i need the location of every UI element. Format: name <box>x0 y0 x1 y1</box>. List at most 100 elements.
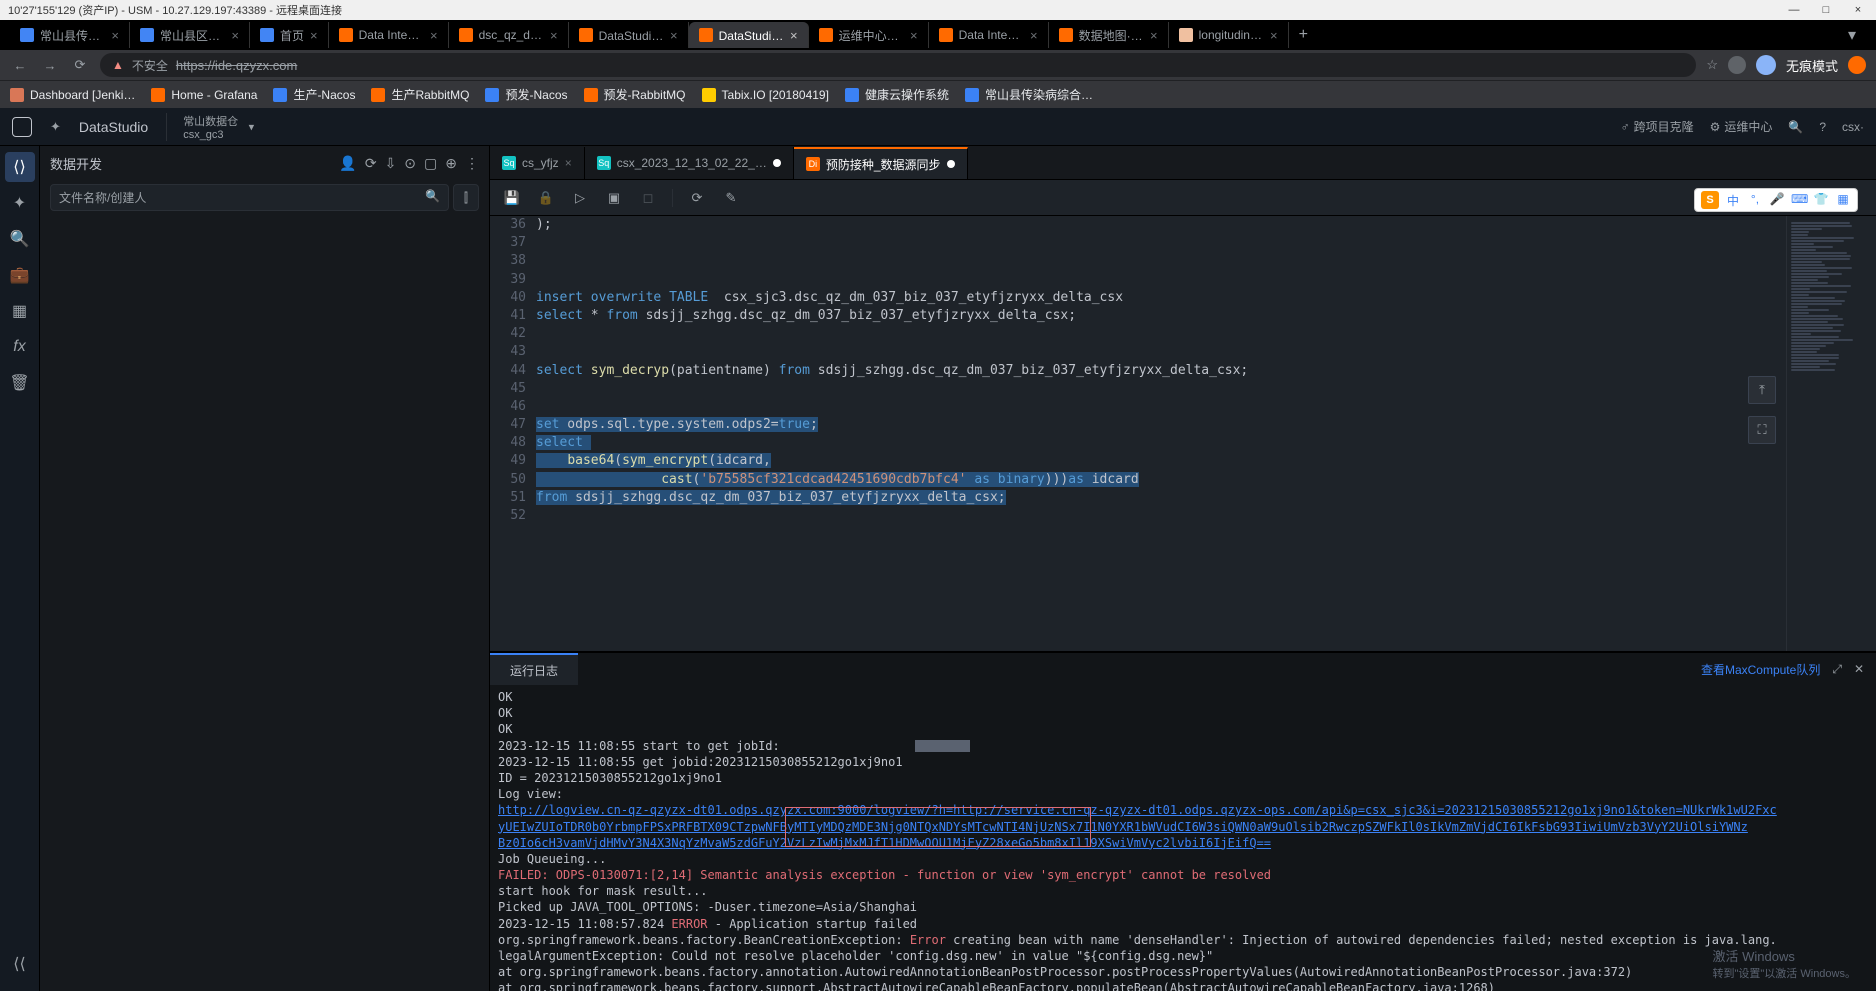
browser-tab[interactable]: longitudinal-re…× <box>1169 22 1289 48</box>
bookmark-star-icon[interactable]: ☆ <box>1706 57 1718 73</box>
new-tab-button[interactable]: + <box>1289 26 1318 44</box>
more-icon[interactable]: ⋮ <box>465 155 479 172</box>
code-line[interactable]: 50 cast('b75585cf321cdcad42451690cdb7bfc… <box>490 471 1786 489</box>
new-folder-icon[interactable]: ▢ <box>424 155 437 172</box>
close-icon[interactable]: × <box>1270 28 1278 43</box>
browser-tab[interactable]: DataStudio(数…× <box>569 22 689 48</box>
browser-tab[interactable]: 首页× <box>250 22 329 48</box>
file-tab[interactable]: Di预防接种_数据源同步 <box>794 147 968 179</box>
browser-tab[interactable]: DataStudio(数…× <box>689 22 809 48</box>
close-icon[interactable]: × <box>430 28 438 43</box>
minimap[interactable] <box>1786 216 1876 651</box>
close-icon[interactable]: × <box>790 28 798 43</box>
profile-avatar-icon[interactable] <box>1756 55 1776 75</box>
code-line[interactable]: 45 <box>490 380 1786 398</box>
ime-skin-icon[interactable]: 👕 <box>1813 192 1829 208</box>
log-content[interactable]: OKOKOK2023-12-15 11:08:55 start to get j… <box>490 685 1876 991</box>
bookmark-item[interactable]: 预发-RabbitMQ <box>584 86 686 103</box>
code-line[interactable]: 52 <box>490 507 1786 525</box>
bookmark-item[interactable]: Dashboard [Jenki… <box>10 88 135 102</box>
run-selection-icon[interactable]: ▣ <box>604 188 624 208</box>
code-line[interactable]: 43 <box>490 343 1786 361</box>
bookmark-item[interactable]: Tabix.IO [20180419] <box>702 88 829 102</box>
rail-table-icon[interactable]: ▦ <box>5 296 35 326</box>
help-icon[interactable]: ? <box>1819 120 1826 134</box>
scroll-top-button[interactable]: ⤒ <box>1748 376 1776 404</box>
browser-tab[interactable]: 常山县传染病综…× <box>10 22 130 48</box>
run-icon[interactable]: ▷ <box>570 188 590 208</box>
close-icon[interactable]: × <box>1150 28 1158 43</box>
close-icon[interactable]: × <box>670 28 678 43</box>
browser-tab[interactable]: Data Integrati…× <box>329 22 449 48</box>
lock-icon[interactable]: 🔒 <box>536 188 556 208</box>
code-line[interactable]: 49 base64(sym_encrypt(idcard, <box>490 452 1786 470</box>
plus-icon[interactable]: ⊕ <box>445 155 457 172</box>
code-line[interactable]: 46 <box>490 398 1786 416</box>
nav-back-icon[interactable]: ← <box>10 58 30 73</box>
code-line[interactable]: 42 <box>490 325 1786 343</box>
import-icon[interactable]: ⇩ <box>385 155 397 172</box>
code-line[interactable]: 39 <box>490 271 1786 289</box>
rail-dev-icon[interactable]: ⟨⟩ <box>5 152 35 182</box>
close-icon[interactable]: × <box>310 28 318 43</box>
ime-mic-icon[interactable]: 🎤 <box>1769 192 1785 208</box>
refresh-icon[interactable]: ⟳ <box>365 155 377 172</box>
project-selector[interactable]: 常山数据仓 csx_gc3 ▾ <box>166 113 254 141</box>
cross-project-clone-link[interactable]: ♂ 跨项目克隆 <box>1621 118 1694 135</box>
browser-tab[interactable]: dsc_qz_dm_037…× <box>449 22 569 48</box>
code-line[interactable]: 41select * from sdsjj_szhgg.dsc_qz_dm_03… <box>490 307 1786 325</box>
locate-icon[interactable]: ⊙ <box>404 155 416 172</box>
nav-forward-icon[interactable]: → <box>40 58 60 73</box>
bookmark-item[interactable]: Home - Grafana <box>151 88 257 102</box>
window-minimize[interactable]: — <box>1784 4 1804 16</box>
ime-punct-icon[interactable]: °, <box>1747 192 1763 208</box>
extension-icon[interactable] <box>1728 56 1746 74</box>
code-line[interactable]: 48select <box>490 434 1786 452</box>
close-icon[interactable]: × <box>550 28 558 43</box>
bookmark-item[interactable]: 生产-Nacos <box>273 86 355 103</box>
window-close[interactable]: × <box>1848 4 1868 16</box>
close-icon[interactable]: × <box>910 28 918 43</box>
search-icon[interactable]: 🔍 <box>1788 120 1803 134</box>
code-line[interactable]: 37 <box>490 234 1786 252</box>
app-logo-icon[interactable] <box>12 117 32 137</box>
code-line[interactable]: 47set odps.sql.type.system.odps2=true; <box>490 416 1786 434</box>
save-icon[interactable]: 💾 <box>502 188 522 208</box>
rail-plugin-icon[interactable]: ✦ <box>5 188 35 218</box>
stop-icon[interactable]: ◻ <box>638 188 658 208</box>
close-icon[interactable]: × <box>111 28 119 43</box>
format-icon[interactable]: ✎ <box>721 188 741 208</box>
browser-tab[interactable]: 数据地图·我的数…× <box>1049 22 1169 48</box>
bookmark-item[interactable]: 生产RabbitMQ <box>371 86 469 103</box>
browser-tab[interactable]: Data Integrati…× <box>929 22 1049 48</box>
log-tab-runlog[interactable]: 运行日志 <box>490 653 578 685</box>
user-label[interactable]: csx· <box>1842 120 1864 134</box>
rail-trash-icon[interactable]: 🗑 <box>5 368 35 398</box>
ime-keyboard-icon[interactable]: ⌨ <box>1791 192 1807 208</box>
close-icon[interactable]: × <box>1030 28 1038 43</box>
rail-function-icon[interactable]: fx <box>5 332 35 362</box>
nav-reload-icon[interactable]: ⟳ <box>70 57 90 73</box>
ime-logo-icon[interactable]: S <box>1701 191 1719 209</box>
code-line[interactable]: 44select sym_decryp(patientname) from sd… <box>490 362 1786 380</box>
close-log-icon[interactable]: ✕ <box>1854 662 1864 676</box>
window-maximize[interactable]: □ <box>1816 4 1836 16</box>
browser-tab[interactable]: 常山县区域电子…× <box>130 22 250 48</box>
ops-center-link[interactable]: ⚙ 运维中心 <box>1710 118 1773 135</box>
rail-briefcase-icon[interactable]: 💼 <box>5 260 35 290</box>
bookmark-item[interactable]: 预发-Nacos <box>485 86 567 103</box>
expand-icon[interactable]: ⤢ <box>1832 662 1842 677</box>
file-tab[interactable]: Sqcsx_2023_12_13_02_22_… <box>585 147 794 179</box>
code-line[interactable]: 36); <box>490 216 1786 234</box>
rail-search-icon[interactable]: 🔍 <box>5 224 35 254</box>
tab-dropdown-icon[interactable]: ▾ <box>1838 25 1866 45</box>
close-icon[interactable]: × <box>565 156 572 170</box>
ime-lang-button[interactable]: 中 <box>1725 192 1741 208</box>
reload-icon[interactable]: ⟳ <box>687 188 707 208</box>
url-input[interactable]: ▲ 不安全 https://ide.qzyzx.com <box>100 53 1696 77</box>
ime-toolbox-icon[interactable]: ▦ <box>1835 192 1851 208</box>
rail-collapse-icon[interactable]: ⟨⟨ <box>5 949 35 979</box>
code-line[interactable]: 40insert overwrite TABLE csx_sjc3.dsc_qz… <box>490 289 1786 307</box>
view-queue-link[interactable]: 查看MaxCompute队列 <box>1701 661 1820 678</box>
fullscreen-button[interactable]: ⛶ <box>1748 416 1776 444</box>
